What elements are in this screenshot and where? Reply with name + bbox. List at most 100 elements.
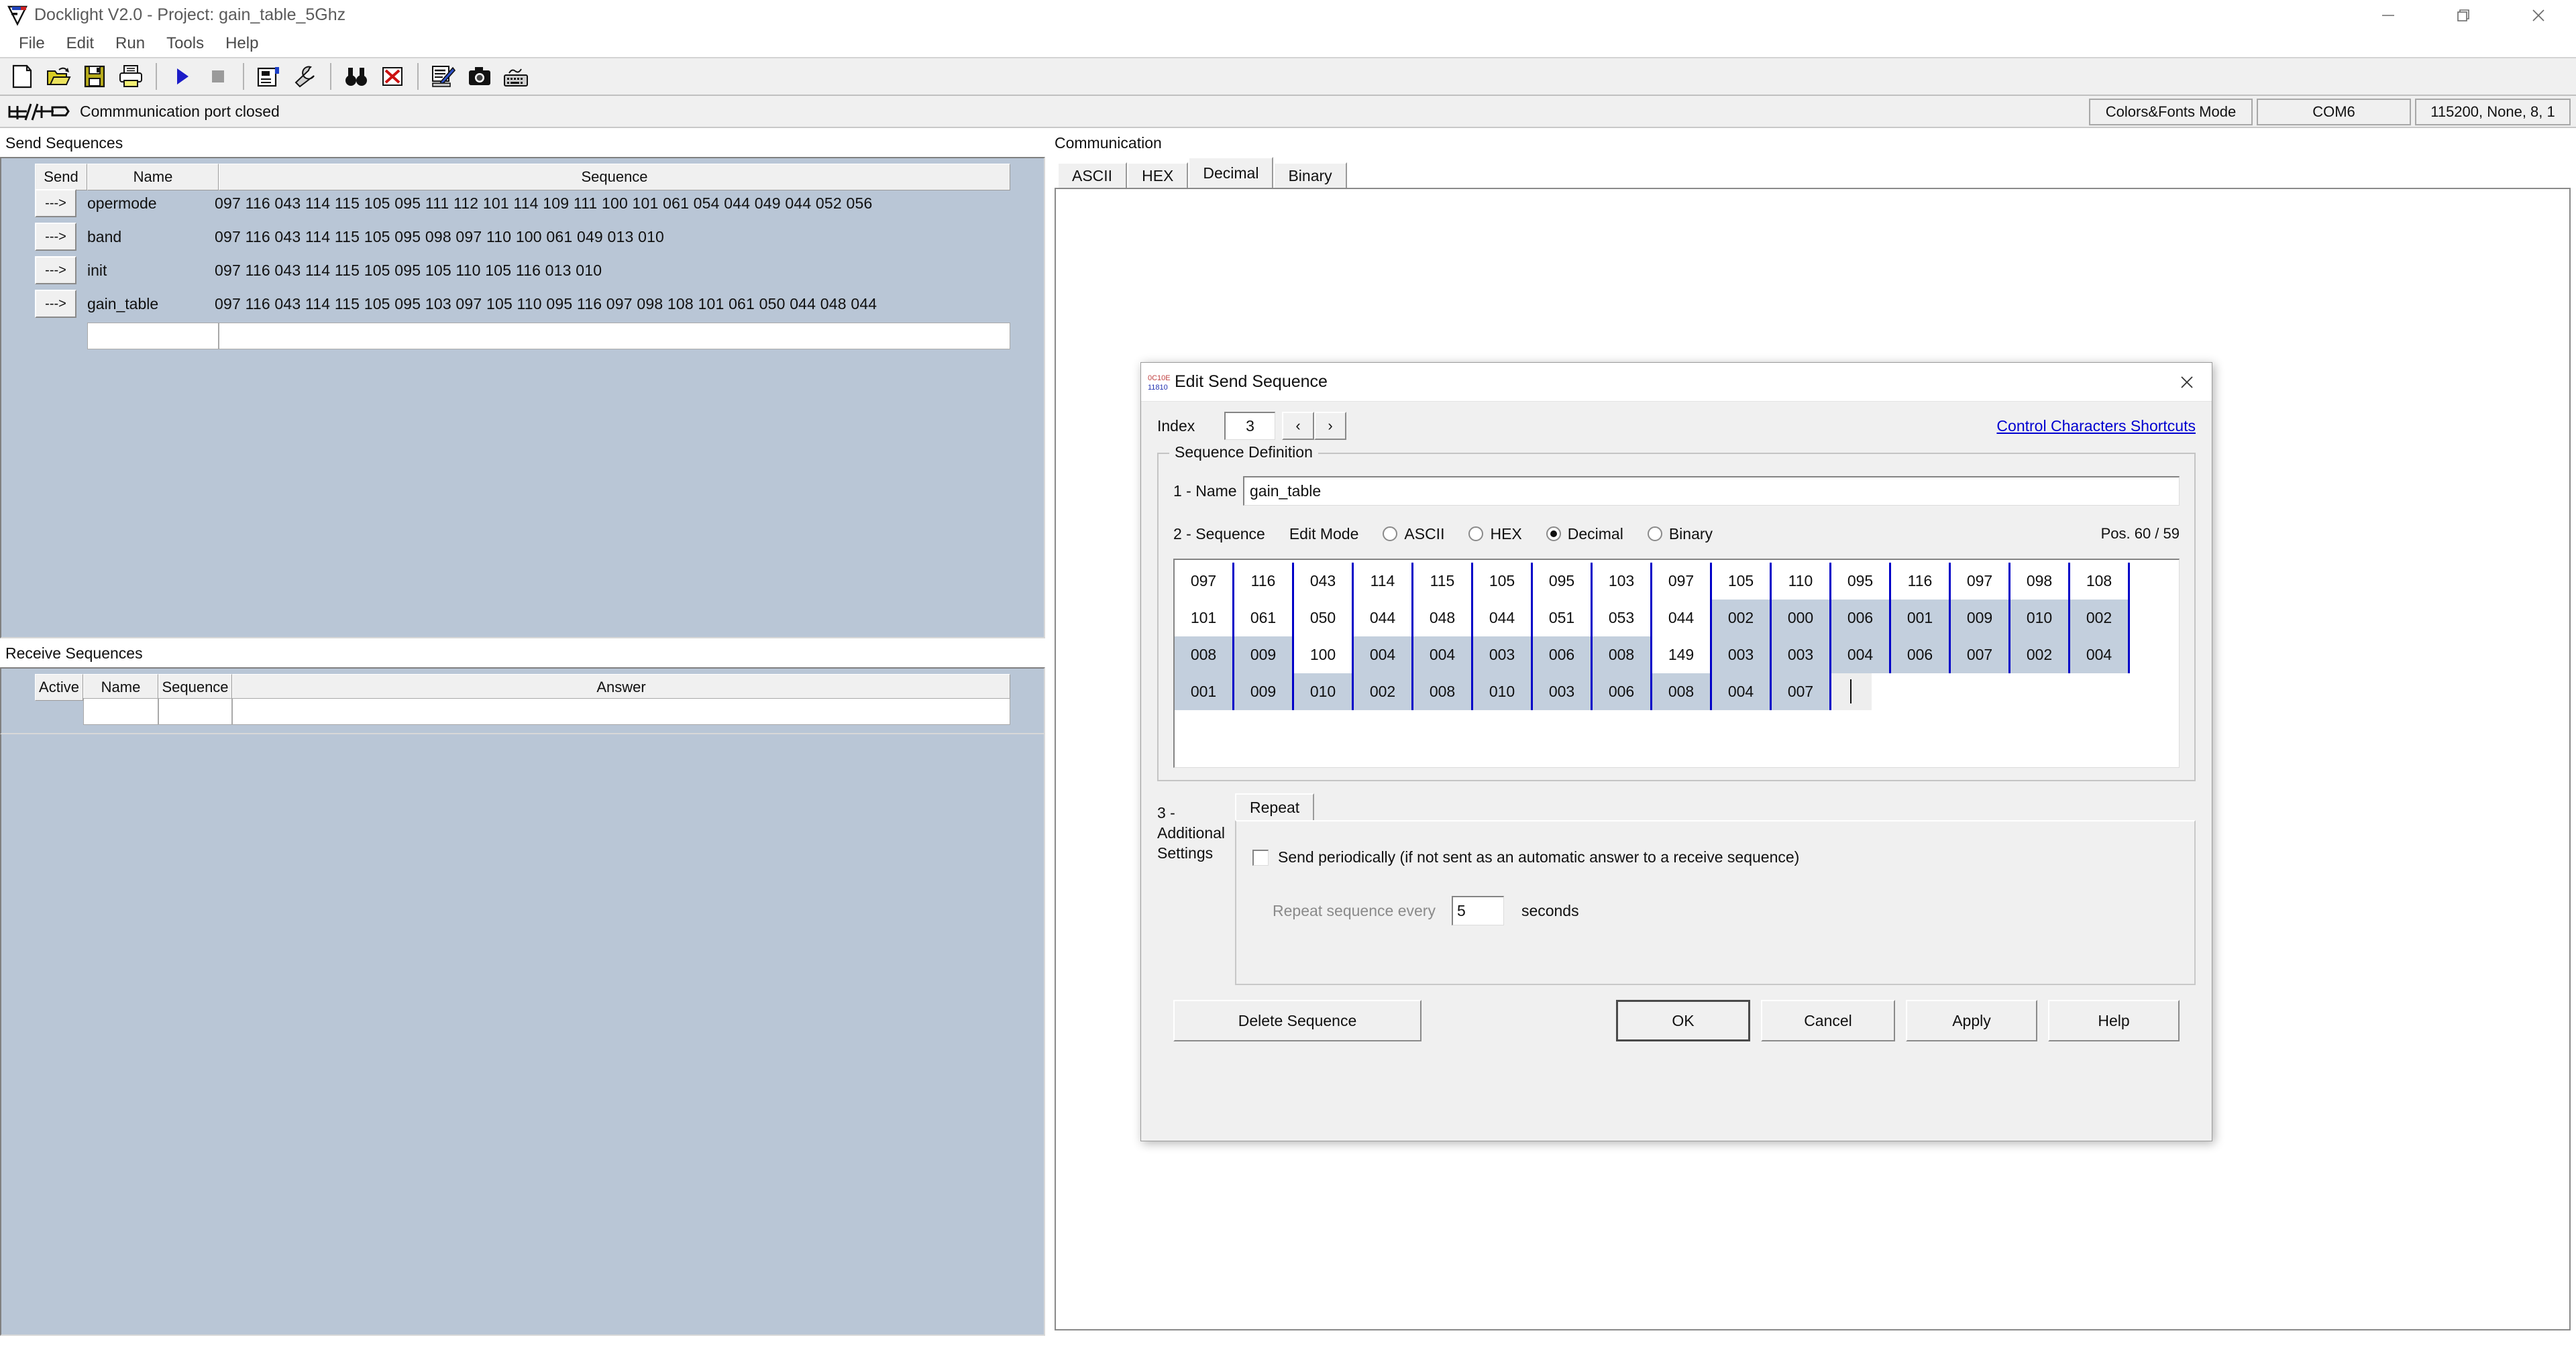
byte-cell[interactable]: 010 (2010, 600, 2070, 636)
byte-cell[interactable]: 116 (1234, 563, 1294, 600)
column-header-name[interactable]: Name (83, 674, 158, 701)
edit-report-icon[interactable] (425, 59, 462, 94)
tab-hex[interactable]: HEX (1127, 162, 1189, 188)
byte-cell[interactable]: 000 (1772, 600, 1831, 636)
byte-cell[interactable]: 008 (1593, 636, 1652, 673)
new-sequence-name-input[interactable] (87, 323, 219, 349)
byte-cell[interactable]: 051 (1533, 600, 1593, 636)
byte-cell[interactable]: 043 (1294, 563, 1354, 600)
sequence-name[interactable]: band (76, 228, 208, 246)
radio-decimal-indicator[interactable] (1546, 526, 1561, 541)
byte-cell[interactable]: 004 (1354, 636, 1413, 673)
sequence-name-input[interactable]: gain_table (1243, 476, 2180, 506)
text-caret[interactable] (1831, 673, 1872, 710)
byte-cell[interactable]: 006 (1533, 636, 1593, 673)
radio-decimal[interactable]: Decimal (1546, 525, 1623, 543)
delete-sequence-button[interactable]: Delete Sequence (1173, 1000, 1421, 1041)
ok-button[interactable]: OK (1616, 1000, 1750, 1041)
byte-cell[interactable]: 097 (1175, 563, 1234, 600)
byte-cell[interactable]: 006 (1593, 673, 1652, 710)
byte-cell[interactable]: 115 (1413, 563, 1473, 600)
new-file-icon[interactable] (4, 59, 40, 94)
keyboard-console-icon[interactable] (498, 59, 534, 94)
table-row[interactable]: ---> band 097 116 043 114 115 105 095 09… (1, 220, 1044, 253)
send-button[interactable]: ---> (35, 256, 76, 284)
byte-cell[interactable]: 007 (1951, 636, 2010, 673)
byte-cell[interactable]: 001 (1175, 673, 1234, 710)
byte-cell[interactable]: 053 (1593, 600, 1652, 636)
byte-cell[interactable]: 006 (1831, 600, 1891, 636)
byte-cell[interactable]: 008 (1175, 636, 1234, 673)
save-file-icon[interactable] (76, 59, 113, 94)
close-icon[interactable] (2501, 0, 2576, 30)
table-row-empty[interactable] (1, 697, 1044, 726)
byte-cell[interactable]: 006 (1891, 636, 1951, 673)
byte-cell[interactable]: 002 (2070, 600, 2130, 636)
stop-communication-icon[interactable] (200, 59, 236, 94)
byte-cell[interactable]: 004 (2070, 636, 2130, 673)
byte-cell[interactable]: 001 (1891, 600, 1951, 636)
radio-ascii-indicator[interactable] (1383, 526, 1398, 541)
send-sequences-table[interactable]: Send Name Sequence ---> opermode 097 116… (0, 157, 1045, 638)
radio-binary[interactable]: Binary (1647, 525, 1713, 543)
tab-ascii[interactable]: ASCII (1057, 162, 1128, 188)
minimize-icon[interactable] (2351, 0, 2426, 30)
byte-cell[interactable]: 003 (1772, 636, 1831, 673)
menu-item-edit[interactable]: Edit (56, 30, 105, 57)
byte-cell[interactable]: 095 (1533, 563, 1593, 600)
send-button[interactable]: ---> (35, 223, 76, 251)
radio-hex[interactable]: HEX (1468, 525, 1522, 543)
byte-cell[interactable]: 095 (1831, 563, 1891, 600)
close-icon[interactable] (2165, 363, 2209, 402)
sequence-value[interactable]: 097 116 043 114 115 105 095 098 097 110 … (208, 228, 664, 246)
radio-hex-indicator[interactable] (1468, 526, 1484, 541)
menu-item-run[interactable]: Run (105, 30, 156, 57)
menu-item-help[interactable]: Help (215, 30, 269, 57)
byte-cell[interactable]: 004 (1831, 636, 1891, 673)
send-periodically-checkbox[interactable] (1252, 849, 1269, 866)
column-header-sequence[interactable]: Sequence (158, 674, 232, 701)
open-file-icon[interactable] (40, 59, 76, 94)
byte-cell[interactable]: 097 (1652, 563, 1712, 600)
tab-repeat[interactable]: Repeat (1235, 793, 1315, 820)
new-receive-sequence-input[interactable] (158, 698, 232, 725)
sequence-name[interactable]: opermode (76, 194, 208, 213)
byte-cell[interactable]: 009 (1234, 673, 1294, 710)
menu-item-tools[interactable]: Tools (156, 30, 215, 57)
byte-cell[interactable]: 009 (1234, 636, 1294, 673)
table-row[interactable]: ---> opermode 097 116 043 114 115 105 09… (1, 186, 1044, 220)
sequence-name[interactable]: gain_table (76, 295, 208, 313)
clear-delete-icon[interactable] (374, 59, 411, 94)
sequence-name[interactable]: init (76, 262, 208, 280)
byte-cell[interactable]: 002 (2010, 636, 2070, 673)
byte-cell[interactable]: 098 (2010, 563, 2070, 600)
byte-cell[interactable]: 003 (1473, 636, 1533, 673)
apply-button[interactable]: Apply (1906, 1000, 2037, 1041)
byte-cell[interactable]: 044 (1473, 600, 1533, 636)
byte-cell[interactable]: 116 (1891, 563, 1951, 600)
column-header-send[interactable]: Send (35, 164, 87, 190)
sequence-value[interactable]: 097 116 043 114 115 105 095 105 110 105 … (208, 262, 602, 280)
byte-cell[interactable]: 009 (1951, 600, 2010, 636)
byte-cell[interactable]: 008 (1652, 673, 1712, 710)
table-row-empty[interactable] (1, 321, 1044, 351)
receive-sequences-table[interactable]: Active Name Sequence Answer (0, 667, 1045, 734)
byte-cell[interactable]: 004 (1413, 636, 1473, 673)
status-serial-config[interactable]: 115200, None, 8, 1 (2415, 99, 2571, 125)
byte-cell[interactable]: 103 (1593, 563, 1652, 600)
index-input[interactable]: 3 (1224, 412, 1275, 440)
byte-cell[interactable]: 110 (1772, 563, 1831, 600)
column-header-answer[interactable]: Answer (232, 674, 1010, 701)
send-button[interactable]: ---> (35, 290, 76, 318)
column-header-active[interactable]: Active (35, 674, 83, 701)
find-binoculars-icon[interactable] (338, 59, 374, 94)
snapshot-camera-icon[interactable] (462, 59, 498, 94)
sequence-value[interactable]: 097 116 043 114 115 105 095 103 097 105 … (208, 295, 877, 313)
byte-cell[interactable]: 004 (1712, 673, 1772, 710)
column-header-sequence[interactable]: Sequence (219, 164, 1010, 190)
tools-wrench-icon[interactable] (287, 59, 323, 94)
project-settings-icon[interactable] (251, 59, 287, 94)
sequence-byte-editor[interactable]: 097 116 043 114 115 105 095 103 097 105 … (1173, 559, 2180, 768)
new-sequence-value-input[interactable] (219, 323, 1010, 349)
byte-cell[interactable]: 114 (1354, 563, 1413, 600)
